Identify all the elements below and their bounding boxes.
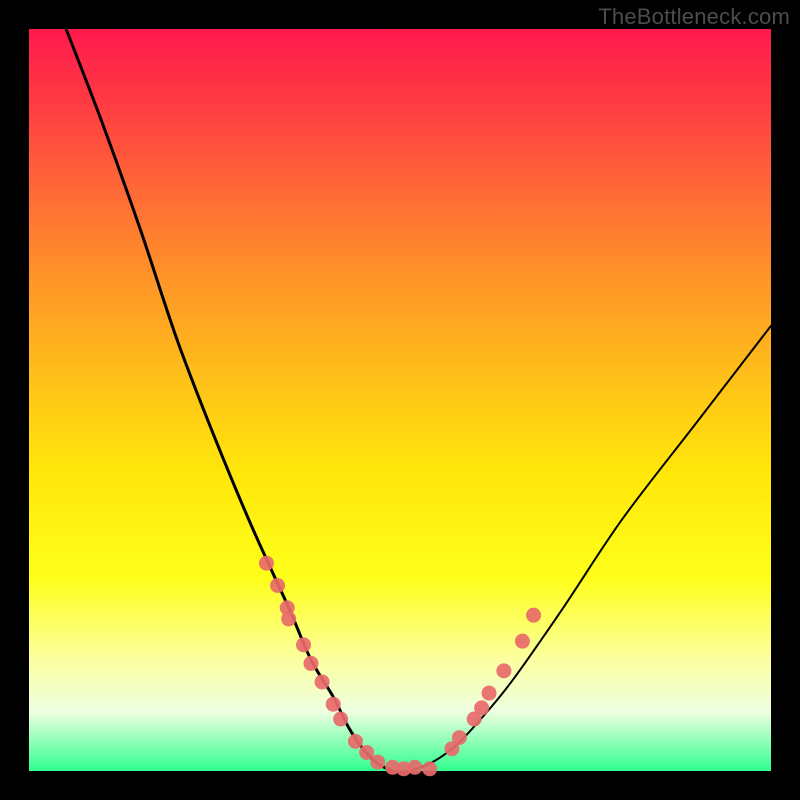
data-marker [526,608,541,623]
series-right-branch [393,326,771,772]
data-marker [452,730,467,745]
data-marker [482,686,497,701]
data-marker [370,755,385,770]
data-marker [348,734,363,749]
data-marker [303,656,318,671]
chart-frame: TheBottleneck.com [0,0,800,800]
data-marker [422,761,437,776]
source-label: TheBottleneck.com [598,4,790,30]
data-marker [515,634,530,649]
data-marker [407,760,422,775]
series-left-branch [66,29,392,771]
curve-layer [29,29,771,771]
data-marker [474,700,489,715]
plot-area [29,29,771,771]
data-marker [333,712,348,727]
data-marker [259,556,274,571]
data-marker [270,578,285,593]
data-marker [496,663,511,678]
data-marker [326,697,341,712]
data-marker [296,637,311,652]
data-marker [315,674,330,689]
data-marker [281,611,296,626]
